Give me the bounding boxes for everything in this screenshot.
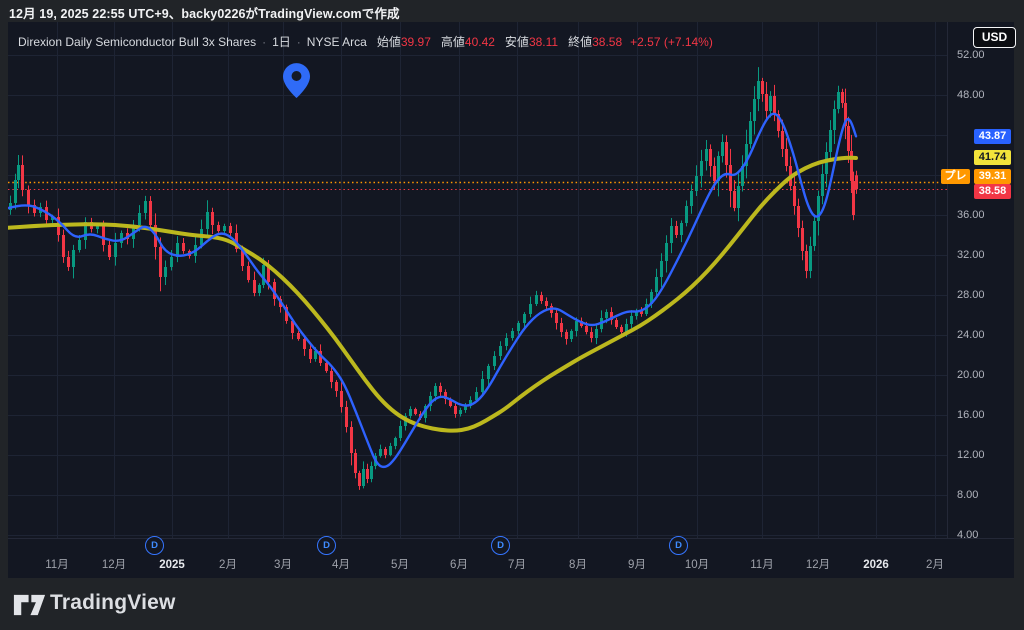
legend-separator: ·: [297, 35, 301, 49]
price-tick: 32.00: [957, 248, 1009, 262]
map-pin-icon[interactable]: [283, 63, 310, 98]
attribution-text: 12月 19, 2025 22:55 UTC+9、backy0226がTradi…: [9, 3, 400, 22]
dividend-marker[interactable]: D: [491, 536, 510, 555]
price-tick: 24.00: [957, 328, 1009, 342]
symbol-title: Direxion Daily Semiconductor Bull 3x Sha…: [18, 35, 256, 49]
currency-badge: USD: [973, 27, 1016, 48]
ohlc-pair: 安値38.11: [505, 35, 558, 49]
chart-legend[interactable]: Direxion Daily Semiconductor Bull 3x Sha…: [18, 33, 713, 50]
ohlc-values: 始値39.97 高値40.42 安値38.11 終値38.58: [367, 35, 622, 49]
price-tick: 20.00: [957, 368, 1009, 382]
time-axis[interactable]: 11月 12月 2025 2月 3月 4月 5月 6月 7月 8月 9月 10月 11月 12月 2026 2…: [8, 538, 1014, 579]
time-tick-12月: 12月: [92, 558, 136, 572]
price-tick: 52.00: [957, 48, 1009, 62]
tradingview-logo-icon[interactable]: [13, 593, 46, 617]
time-tick-11月: 11月: [740, 558, 784, 572]
time-tick-8月: 8月: [556, 558, 600, 572]
chart-panel: Direxion Daily Semiconductor Bull 3x Sha…: [8, 22, 1014, 578]
price-axis[interactable]: 52.00 48.00 36.00 32.00 28.00 24.00 20.00 16.00…: [947, 22, 1015, 538]
price-tick: 16.00: [957, 408, 1009, 422]
tradingview-wordmark[interactable]: TradingView: [50, 591, 176, 615]
dividend-marker[interactable]: D: [145, 536, 164, 555]
price-tick: 12.00: [957, 448, 1009, 462]
tradingview-snapshot: 12月 19, 2025 22:55 UTC+9、backy0226がTradi…: [0, 0, 1024, 630]
legend-separator: ·: [262, 35, 266, 49]
change-value: +2.57 (+7.14%): [630, 35, 713, 49]
time-tick-11月: 11月: [35, 558, 79, 572]
ma-fast-price-label: 43.87: [974, 129, 1011, 144]
premarket-price-label: 39.31: [974, 169, 1011, 184]
time-tick-2月: 2月: [913, 558, 957, 572]
footer-bar: TradingView: [0, 578, 1024, 630]
time-tick-2月: 2月: [206, 558, 250, 572]
time-tick-2025: 2025: [150, 558, 194, 572]
price-tick: 48.00: [957, 88, 1009, 102]
ohlc-pair: 終値38.58: [568, 35, 622, 49]
dividend-marker[interactable]: D: [317, 536, 336, 555]
time-tick-10月: 10月: [675, 558, 719, 572]
price-tick: 28.00: [957, 288, 1009, 302]
time-tick-6月: 6月: [437, 558, 481, 572]
time-tick-5月: 5月: [378, 558, 422, 572]
ohlc-pair: 高値40.42: [441, 35, 495, 49]
attribution-bar: 12月 19, 2025 22:55 UTC+9、backy0226がTradi…: [0, 0, 1024, 22]
last-price-label: 38.58: [974, 184, 1011, 199]
time-tick-4月: 4月: [319, 558, 363, 572]
interval-label: 1日: [272, 35, 291, 49]
price-tick: 36.00: [957, 208, 1009, 222]
exchange-label: NYSE Arca: [307, 35, 367, 49]
time-tick-2026: 2026: [854, 558, 898, 572]
time-tick-3月: 3月: [261, 558, 305, 572]
dividend-marker[interactable]: D: [669, 536, 688, 555]
premarket-tag: プレ: [941, 169, 970, 184]
price-tick: 8.00: [957, 488, 1009, 502]
ohlc-pair: 始値39.97: [377, 35, 431, 49]
time-tick-9月: 9月: [615, 558, 659, 572]
price-chart-canvas[interactable]: [8, 22, 947, 538]
time-tick-7月: 7月: [495, 558, 539, 572]
time-tick-12月: 12月: [796, 558, 840, 572]
ma-slow-price-label: 41.74: [974, 150, 1011, 165]
